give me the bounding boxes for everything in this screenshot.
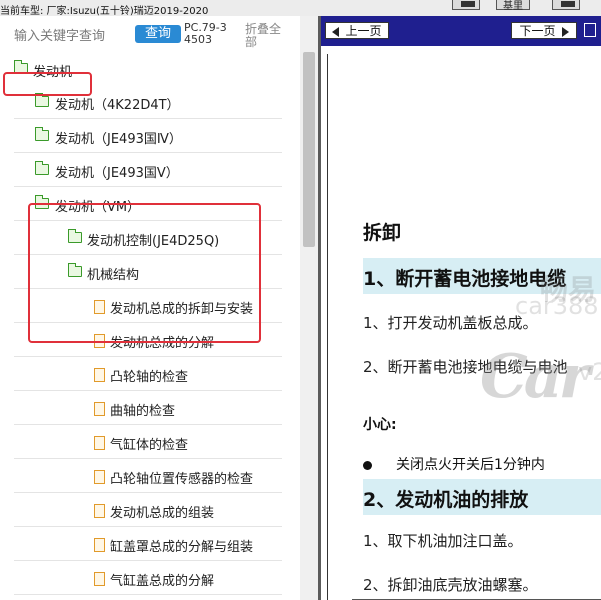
paragraph: 1、取下机油加注口盖。 bbox=[363, 532, 523, 550]
heading-band-2: 2、发动机油的排放 bbox=[363, 479, 601, 515]
document-icon bbox=[94, 436, 105, 450]
next-page-button[interactable]: 下一页 bbox=[511, 22, 577, 39]
bullet-text: 关闭点火开关后1分钟内 bbox=[396, 457, 545, 473]
tree-item-label: 凸轮轴位置传感器的检查 bbox=[110, 472, 254, 487]
tree-item-label: 气缸盖总成的分解 bbox=[110, 574, 215, 589]
paragraph: 1、打开发动机盖板总成。 bbox=[363, 314, 538, 332]
scrollbar-thumb[interactable] bbox=[303, 52, 315, 247]
toolbar-icon bbox=[461, 1, 475, 7]
watermark-text: car388 bbox=[515, 292, 599, 320]
tree-leaf[interactable]: 凸轮轴位置传感器的检查 bbox=[14, 460, 282, 493]
bullet-item: 关闭点火开关后1分钟内 bbox=[363, 454, 545, 474]
toolbar-icon bbox=[561, 1, 575, 7]
collapse-all-button[interactable]: 折叠全部 bbox=[245, 23, 285, 49]
document-icon bbox=[94, 504, 105, 518]
tree-item-label: 气缸体的检查 bbox=[110, 438, 189, 453]
tree-item[interactable]: 发动机（JE493国Ⅴ） bbox=[14, 154, 282, 187]
search-button[interactable]: 查询 bbox=[135, 25, 181, 43]
caution-label: 小心: bbox=[363, 417, 397, 433]
tree-leaf[interactable]: 曲轴的检查 bbox=[14, 392, 282, 425]
tree-item-label: 曲轴的检查 bbox=[110, 404, 176, 419]
tree-item-label: 发动机（JE493国Ⅳ） bbox=[55, 132, 182, 147]
search-input[interactable]: 输入关键字查询 bbox=[14, 25, 105, 44]
arrow-left-icon bbox=[332, 26, 340, 37]
scrollbar[interactable] bbox=[300, 16, 318, 600]
bullet-dot-icon bbox=[363, 460, 372, 470]
paragraph: 2、拆卸油底壳放油螺塞。 bbox=[363, 576, 538, 594]
left-tree-panel: 输入关键字查询 查询 PC.79-34503 折叠全部 发动机 发动机（4K22… bbox=[0, 16, 318, 600]
highlight-box-vm bbox=[28, 203, 261, 343]
tree-leaf[interactable]: 发动机总成的组装 bbox=[14, 494, 282, 527]
document-icon bbox=[94, 402, 105, 416]
tree-item-label: 凸轮轴的检查 bbox=[110, 370, 189, 385]
toolbar-button-label: 基里 bbox=[503, 1, 523, 12]
page-navigation-bar: 上一页 下一页 bbox=[321, 16, 601, 46]
tree-leaf[interactable]: 气缸体的检查 bbox=[14, 426, 282, 459]
toolbar-button-3[interactable] bbox=[552, 0, 580, 10]
tree-item-label: 发动机总成的组装 bbox=[110, 506, 215, 521]
arrow-right-icon bbox=[561, 26, 569, 37]
heading-2: 2、发动机油的排放 bbox=[363, 489, 529, 511]
section-title: 拆卸 bbox=[363, 222, 402, 244]
document-icon bbox=[94, 470, 105, 484]
document-icon bbox=[94, 572, 105, 586]
toolbar-button-1[interactable] bbox=[452, 0, 480, 10]
tree-item-label: 发动机（4K22D4T） bbox=[55, 98, 180, 113]
document-icon bbox=[94, 368, 105, 382]
tree-item[interactable]: 发动机（JE493国Ⅳ） bbox=[14, 120, 282, 153]
prev-page-label: 上一页 bbox=[345, 24, 382, 38]
tree-item-label: 缸盖罩总成的分解与组装 bbox=[110, 540, 254, 555]
top-info-bar: 当前车型: 厂家:Isuzu(五十铃)瑞迈2019-2020 基里 bbox=[0, 0, 601, 17]
next-page-label: 下一页 bbox=[519, 24, 556, 38]
pc-code-text: PC.79-34503 bbox=[184, 21, 227, 46]
watermark-logo: Car bbox=[480, 342, 590, 412]
document-page: 拆卸 1、断开蓄电池接地电缆 1、打开发动机盖板总成。 2、断开蓄电池接地电缆与… bbox=[327, 54, 601, 600]
page-icon bbox=[584, 23, 596, 37]
highlight-box-root bbox=[3, 72, 92, 96]
document-icon bbox=[94, 538, 105, 552]
heading-1: 1、断开蓄电池接地电缆 bbox=[363, 268, 567, 290]
tree-item-label: 发动机（JE493国Ⅴ） bbox=[55, 166, 179, 181]
current-vehicle-text: 当前车型: 厂家:Isuzu(五十铃)瑞迈2019-2020 bbox=[0, 6, 209, 17]
folder-open-icon bbox=[35, 127, 49, 141]
tree-leaf[interactable]: 凸轮轴的检查 bbox=[14, 358, 282, 391]
folder-open-icon bbox=[35, 161, 49, 175]
toolbar-button-2[interactable]: 基里 bbox=[496, 0, 530, 12]
tree-leaf[interactable]: 缸盖罩总成的分解与组装 bbox=[14, 528, 282, 561]
prev-page-button[interactable]: 上一页 bbox=[325, 22, 389, 39]
folder-open-icon bbox=[35, 93, 49, 107]
tree-leaf[interactable]: 气缸盖总成的分解 bbox=[14, 562, 282, 595]
